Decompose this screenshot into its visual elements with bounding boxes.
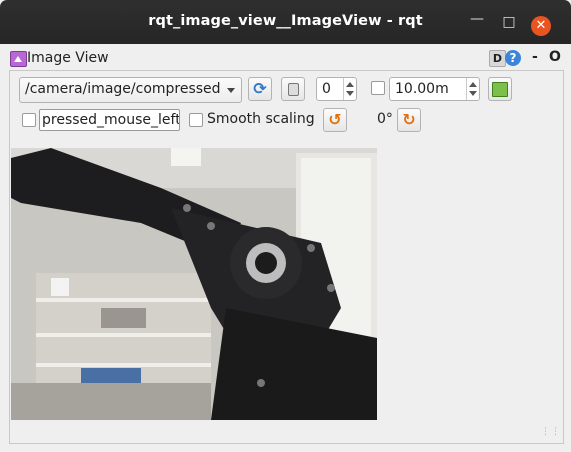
save-button[interactable] xyxy=(488,77,512,101)
spin-down-icon[interactable] xyxy=(346,91,354,96)
number-spinbox[interactable]: 0 xyxy=(316,77,357,101)
range-checkbox[interactable] xyxy=(371,81,385,95)
topic-combobox-value: /camera/image/compressed xyxy=(25,81,221,97)
range-spinbox-value: 10.00m xyxy=(395,81,449,97)
resize-grip[interactable]: ⋮⋮ xyxy=(541,428,560,440)
minimize-button[interactable]: — xyxy=(469,12,485,26)
plugin-close-button[interactable]: O xyxy=(549,49,561,65)
plugin-header: Image View D ? - O xyxy=(0,46,571,70)
spin-up-icon[interactable] xyxy=(346,82,354,87)
save-icon xyxy=(492,82,508,97)
mouse-publish-checkbox[interactable] xyxy=(22,113,36,127)
camera-image[interactable] xyxy=(11,148,377,420)
refresh-button[interactable]: ⟳ xyxy=(248,77,272,101)
camera-image-content xyxy=(11,148,377,420)
rotate-left-button[interactable]: ↺ xyxy=(323,108,347,132)
smooth-scaling-checkbox[interactable] xyxy=(189,113,203,127)
rotate-right-button[interactable]: ↻ xyxy=(397,108,421,132)
pause-button[interactable] xyxy=(281,77,305,101)
pause-icon xyxy=(287,83,299,96)
rotate-left-icon: ↺ xyxy=(328,110,342,129)
chevron-down-icon xyxy=(227,88,235,93)
image-view-icon xyxy=(10,51,27,67)
refresh-icon: ⟳ xyxy=(253,79,267,98)
window-title: rqt_image_view__ImageView - rqt xyxy=(148,13,423,29)
close-button[interactable]: ✕ xyxy=(531,16,551,36)
title-bar: rqt_image_view__ImageView - rqt — □ ✕ xyxy=(0,0,571,44)
number-spinbox-arrows[interactable] xyxy=(343,78,356,100)
plugin-minimize-button[interactable]: - xyxy=(532,49,538,65)
range-spinbox[interactable]: 10.00m xyxy=(389,77,480,101)
mouse-topic-field[interactable]: pressed_mouse_left xyxy=(39,109,180,131)
spin-down-icon[interactable] xyxy=(469,91,477,96)
help-button[interactable]: ? xyxy=(505,50,521,66)
spin-up-icon[interactable] xyxy=(469,82,477,87)
mouse-topic-value: pressed_mouse_left xyxy=(42,112,180,128)
number-spinbox-value: 0 xyxy=(322,81,331,97)
rotation-label: 0° xyxy=(377,111,393,127)
plugin-title: Image View xyxy=(27,50,109,66)
range-spinbox-arrows[interactable] xyxy=(466,78,479,100)
smooth-scaling-label: Smooth scaling xyxy=(207,111,315,127)
dock-button[interactable]: D xyxy=(489,50,506,67)
image-view-panel: /camera/image/compressed ⟳ 0 10.00m pres… xyxy=(9,70,564,444)
rotate-right-icon: ↻ xyxy=(402,110,416,129)
topic-combobox[interactable]: /camera/image/compressed xyxy=(19,77,242,103)
rqt-window: rqt_image_view__ImageView - rqt — □ ✕ Im… xyxy=(0,0,571,452)
maximize-button[interactable]: □ xyxy=(501,15,517,29)
